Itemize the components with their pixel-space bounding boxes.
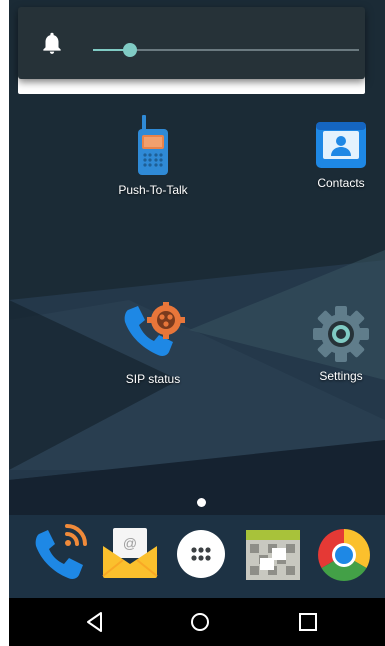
navigation-bar <box>9 598 385 646</box>
app-label: SIP status <box>125 372 181 386</box>
gear-icon <box>313 306 369 362</box>
app-contacts[interactable]: Contacts <box>291 118 385 190</box>
bell-icon[interactable] <box>39 29 65 57</box>
home-screen: Push-To-Talk Contacts SIP status Setting… <box>9 0 385 646</box>
email-icon[interactable]: @ <box>101 526 159 580</box>
app-label: Contacts <box>317 176 365 190</box>
home-icon[interactable] <box>188 610 212 634</box>
walkie-talkie-icon <box>138 115 168 175</box>
volume-slider-thumb[interactable] <box>123 43 138 57</box>
volume-popup <box>18 7 365 79</box>
app-sip-status[interactable]: SIP status <box>103 302 203 386</box>
app-label: Settings <box>319 369 363 383</box>
volume-slider[interactable] <box>93 43 359 57</box>
page-indicator <box>197 498 206 507</box>
gallery-icon[interactable] <box>246 530 300 580</box>
back-icon[interactable] <box>83 610 107 634</box>
app-drawer-icon[interactable] <box>177 530 225 578</box>
app-label: Push-To-Talk <box>118 183 188 197</box>
chrome-icon[interactable] <box>316 527 372 583</box>
app-drawer-dots <box>191 547 211 561</box>
sip-phone-gear-icon <box>124 302 185 356</box>
wifi-phone-icon[interactable] <box>29 520 93 584</box>
contacts-icon <box>316 122 366 168</box>
recents-icon[interactable] <box>296 610 320 634</box>
app-push-to-talk[interactable]: Push-To-Talk <box>103 115 203 197</box>
svg-text:@: @ <box>123 535 137 551</box>
app-settings[interactable]: Settings <box>291 305 385 383</box>
